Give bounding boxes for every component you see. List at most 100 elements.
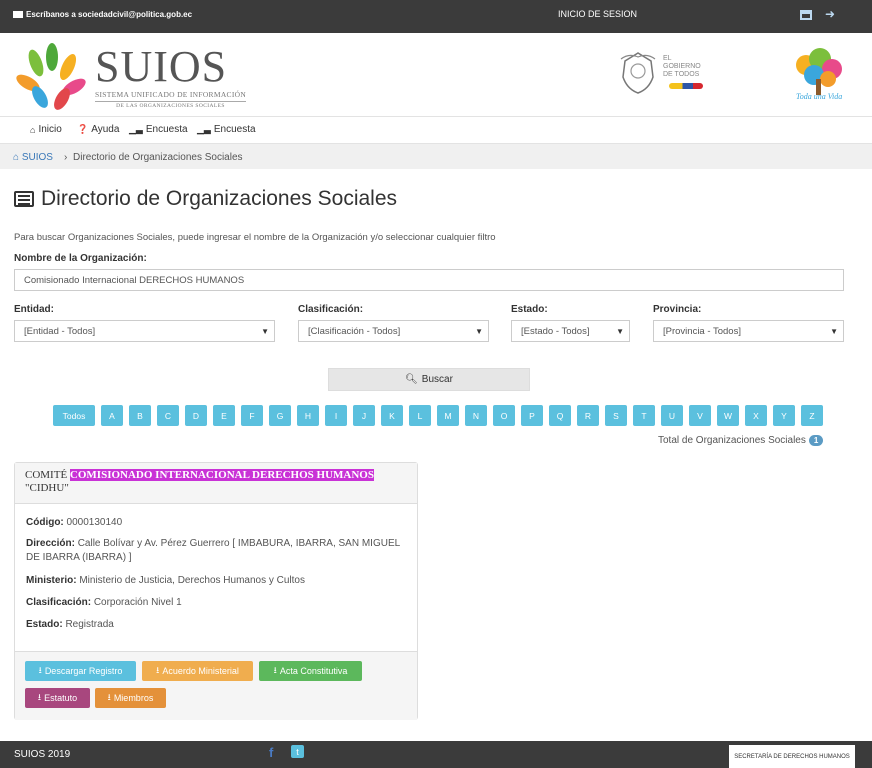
nav-label: Encuesta [213, 124, 256, 135]
org-name-input[interactable]: Comisionado Internacional DERECHOS HUMAN… [14, 269, 844, 291]
letter-filter-b[interactable]: B [129, 405, 151, 426]
estado-row: Estado: Registrada [26, 618, 406, 632]
page-title-text: Directorio de Organizaciones Sociales [41, 187, 398, 210]
provincia-label: Provincia: [653, 304, 702, 315]
nav-item-encuesta[interactable]: ▁▃ Encuesta [129, 124, 188, 135]
acta-constitutiva-button[interactable]: ⭳ Acta Constitutiva [259, 661, 362, 681]
letter-filter-l[interactable]: L [409, 405, 431, 426]
letter-filter-r[interactable]: R [577, 405, 599, 426]
direccion-row: Dirección: Calle Bolívar y Av. Pérez Gue… [26, 537, 406, 565]
nav-item-ayuda[interactable]: ❓ Ayuda [77, 124, 119, 135]
letter-filter-j[interactable]: J [353, 405, 375, 426]
letter-filter-o[interactable]: O [493, 405, 515, 426]
list-icon [14, 191, 34, 207]
estado-row-value: Registrada [65, 619, 114, 630]
bar-chart-icon: ▁▃ [129, 124, 143, 134]
toda-una-vida-logo[interactable]: Toda una Vida [792, 47, 844, 103]
gobierno-line-3: DE TODOS [663, 71, 700, 78]
button-label: Acuerdo Ministerial [162, 666, 239, 676]
estado-row-label: Estado: [26, 619, 63, 630]
breadcrumb-home[interactable]: ⌂ SUIOS [13, 152, 53, 163]
total-badge: 1 [808, 435, 824, 446]
letter-filter-c[interactable]: C [157, 405, 179, 426]
button-label: Descargar Registro [44, 666, 123, 676]
letter-filter-n[interactable]: N [465, 405, 487, 426]
breadcrumb-current: Directorio de Organizaciones Sociales [73, 152, 243, 163]
org-name-highlight: COMISIONADO INTERNACIONAL DERECHOS HUMAN… [69, 469, 374, 481]
envelope-icon [13, 11, 23, 18]
twitter-icon[interactable]: t [291, 745, 304, 758]
nav-item-encuesta-2[interactable]: ▁▃ Encuesta [197, 124, 256, 135]
gobierno-line-1: EL [663, 55, 672, 62]
brand-name: SUIOS [95, 42, 228, 91]
login-link[interactable]: INICIO DE SESION [558, 9, 637, 19]
letter-filter-w[interactable]: W [717, 405, 739, 426]
org-type: COMITÉ [25, 469, 68, 481]
miembros-button[interactable]: ⭳ Miembros [95, 688, 166, 708]
chevron-down-icon: ▼ [475, 327, 483, 336]
descargar-registro-button[interactable]: ⭳ Descargar Registro [25, 661, 136, 681]
letter-filter-h[interactable]: H [297, 405, 319, 426]
letter-filter-t[interactable]: T [633, 405, 655, 426]
letter-filter-q[interactable]: Q [549, 405, 571, 426]
letter-filter-x[interactable]: X [745, 405, 767, 426]
clasificacion-value: [Clasificación - Todos] [308, 326, 401, 337]
nav-label: Inicio [38, 124, 62, 135]
estado-select[interactable]: [Estado - Todos] ▼ [511, 320, 630, 342]
card-header: COMITÉ COMISIONADO INTERNACIONAL DERECHO… [15, 463, 417, 504]
codigo-value: 0000130140 [66, 517, 123, 528]
direccion-label: Dirección: [26, 538, 75, 549]
clasificacion-select[interactable]: [Clasificación - Todos] ▼ [298, 320, 489, 342]
letter-filter-y[interactable]: Y [773, 405, 795, 426]
letter-filter-u[interactable]: U [661, 405, 683, 426]
org-acronym: "CIDHU" [25, 482, 69, 494]
letter-filter-f[interactable]: F [241, 405, 263, 426]
letter-filter-k[interactable]: K [381, 405, 403, 426]
letter-filter-todos[interactable]: Todos [53, 405, 95, 426]
sign-in-icon[interactable]: ➜ [825, 7, 835, 21]
gobierno-text: EL GOBIERNO DE TODOS [663, 55, 701, 79]
nav-label: Encuesta [145, 124, 188, 135]
page-title: Directorio de Organizaciones Sociales [14, 187, 397, 211]
letter-filter-d[interactable]: D [185, 405, 207, 426]
clasificacion-row: Clasificación: Corporación Nivel 1 [26, 596, 406, 610]
estatuto-button[interactable]: ⭳ Estatuto [25, 688, 90, 708]
letter-filter-z[interactable]: Z [801, 405, 823, 426]
estado-label: Estado: [511, 304, 548, 315]
letter-filter-p[interactable]: P [521, 405, 543, 426]
entidad-select[interactable]: [Entidad - Todos] ▼ [14, 320, 275, 342]
brand-logo[interactable]: SUIOS SISTEMA UNIFICADO DE INFORMACIÓN D… [95, 42, 247, 109]
provincia-value: [Provincia - Todos] [663, 326, 741, 337]
breadcrumb-home-label: SUIOS [21, 152, 53, 163]
breadcrumb-separator: › [64, 152, 68, 163]
brand-subtitle-2: DE LAS ORGANIZACIONES SOCIALES [95, 101, 247, 109]
search-button-label: Buscar [421, 374, 453, 385]
button-label: Acta Constitutiva [279, 666, 348, 676]
letter-filter-v[interactable]: V [689, 405, 711, 426]
organization-card: COMITÉ COMISIONADO INTERNACIONAL DERECHO… [14, 462, 418, 720]
bar-chart-icon: ▁▃ [197, 124, 211, 134]
help-text: Para buscar Organizaciones Sociales, pue… [14, 232, 496, 243]
tree-logo-text: Toda una Vida [796, 92, 842, 101]
contact-email[interactable]: Escríbanos a sociedadcivil@politica.gob.… [13, 10, 192, 19]
secretaria-logo[interactable]: SECRETARÍA DE DERECHOS HUMANOS [729, 745, 855, 768]
letter-filter-s[interactable]: S [605, 405, 627, 426]
gobierno-logo[interactable]: EL GOBIERNO DE TODOS [619, 49, 709, 99]
acuerdo-ministerial-button[interactable]: ⭳ Acuerdo Ministerial [142, 661, 253, 681]
nav-item-inicio[interactable]: ⌂ Inicio [30, 124, 62, 135]
card-actions: ⭳ Descargar Registro ⭳ Acuerdo Ministerial… [15, 651, 417, 720]
search-button[interactable]: 🔍︎ Buscar [328, 368, 530, 391]
letter-filter-i[interactable]: I [325, 405, 347, 426]
hands-logo[interactable] [14, 41, 86, 111]
provincia-select[interactable]: [Provincia - Todos] ▼ [653, 320, 844, 342]
letter-filter-m[interactable]: M [437, 405, 459, 426]
download-icon: ⭳ [156, 665, 160, 675]
nav-label: Ayuda [91, 124, 120, 135]
flag-stripe [669, 83, 703, 89]
letter-filter-g[interactable]: G [269, 405, 291, 426]
calendar-icon[interactable] [800, 10, 812, 20]
facebook-icon[interactable]: f [269, 745, 273, 760]
codigo-label: Código: [26, 517, 64, 528]
letter-filter-e[interactable]: E [213, 405, 235, 426]
letter-filter-a[interactable]: A [101, 405, 123, 426]
